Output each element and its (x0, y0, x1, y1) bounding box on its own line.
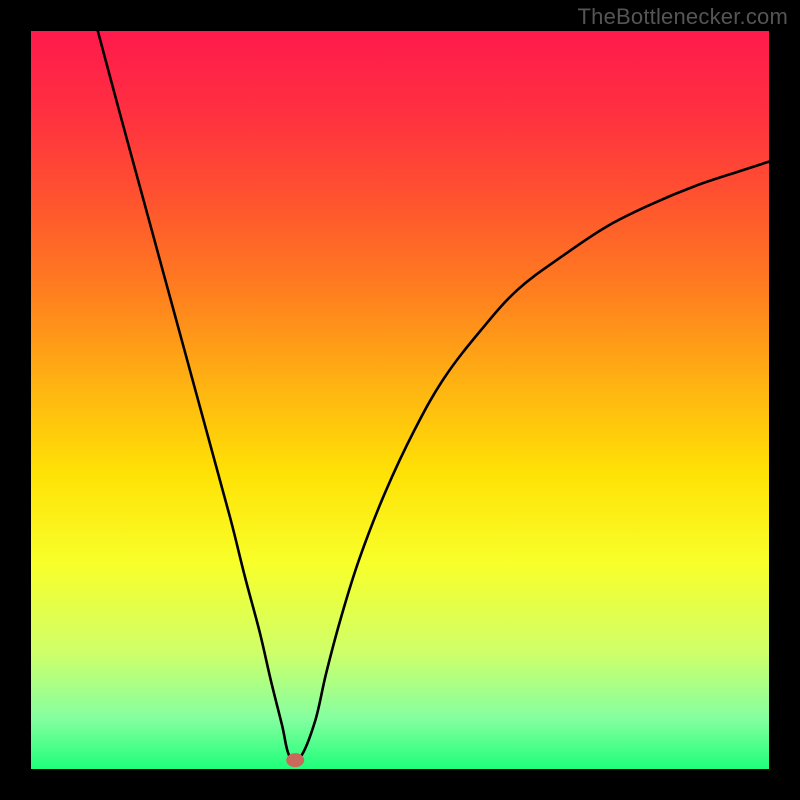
chart-svg (31, 31, 769, 769)
chart-frame: TheBottlenecker.com (0, 0, 800, 800)
optimal-point-marker (286, 753, 304, 767)
gradient-background (31, 31, 769, 769)
attribution-label: TheBottlenecker.com (578, 4, 788, 30)
plot-area (31, 31, 769, 769)
marker-layer (286, 753, 304, 767)
